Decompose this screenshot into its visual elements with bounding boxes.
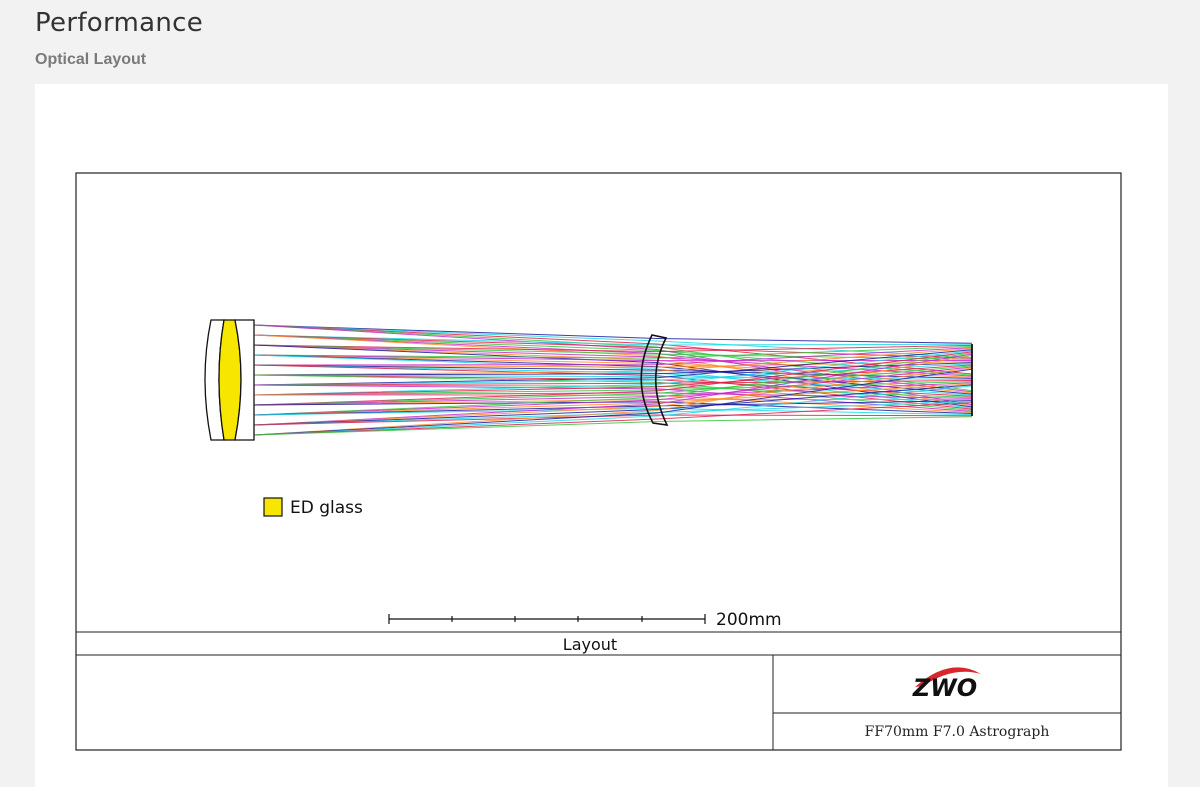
zwo-logo-text: ZWO (912, 674, 977, 702)
layout-caption: Layout (563, 635, 617, 654)
optical-layout-panel: ED glass 200mm Layout ZWO FF70mm F7.0 As… (35, 84, 1168, 787)
diagram-frame (75, 172, 1122, 751)
objective-lens-group (204, 319, 255, 441)
ed-glass-legend-swatch (263, 497, 283, 517)
page-subtitle: Optical Layout (35, 51, 147, 68)
page-title: Performance (35, 8, 204, 38)
scale-bar-label: 200mm (716, 610, 782, 630)
optical-layout-diagram: ED glass 200mm Layout ZWO FF70mm F7.0 As… (75, 172, 1122, 751)
ed-glass-legend-label: ED glass (290, 498, 363, 518)
model-name: FF70mm F7.0 Astrograph (865, 724, 1050, 740)
